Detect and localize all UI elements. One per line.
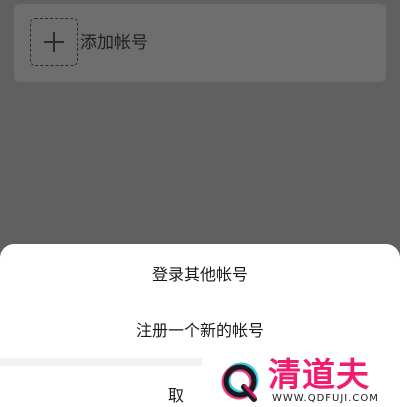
watermark: 清道夫 WWW.QDFUJI.COM	[202, 355, 400, 407]
add-account-card[interactable]: 添加帐号	[14, 4, 386, 82]
watermark-url: WWW.QDFUJI.COM	[272, 393, 379, 404]
plus-icon-vertical	[53, 32, 55, 52]
watermark-title: 清道夫	[268, 355, 370, 394]
add-account-label: 添加帐号	[80, 33, 148, 53]
register-new-account-button[interactable]: 注册一个新的帐号	[0, 321, 400, 341]
login-other-account-button[interactable]: 登录其他帐号	[0, 265, 400, 285]
add-account-button[interactable]	[30, 18, 78, 66]
q-logo-icon	[221, 362, 259, 402]
